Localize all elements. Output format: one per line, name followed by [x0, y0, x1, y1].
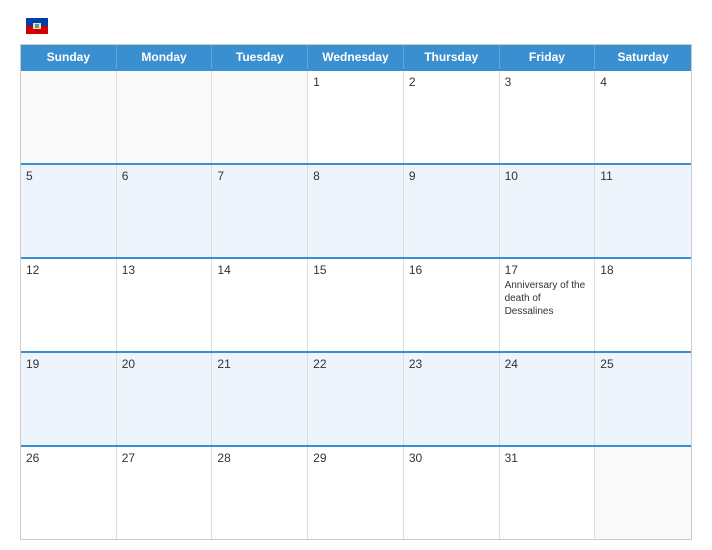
day-number: 9	[409, 169, 494, 183]
day-number: 19	[26, 357, 111, 371]
day-number: 1	[313, 75, 398, 89]
day-cell: 28	[212, 447, 308, 539]
day-number: 8	[313, 169, 398, 183]
day-number: 20	[122, 357, 207, 371]
day-cell: 29	[308, 447, 404, 539]
day-tuesday: Tuesday	[212, 45, 308, 69]
day-number: 21	[217, 357, 302, 371]
day-number: 16	[409, 263, 494, 277]
calendar-body: 1234567891011121314151617Anniversary of …	[21, 69, 691, 539]
day-number: 7	[217, 169, 302, 183]
day-number: 23	[409, 357, 494, 371]
day-cell: 25	[595, 353, 691, 445]
day-cell: 9	[404, 165, 500, 257]
day-cell	[21, 71, 117, 163]
day-cell	[595, 447, 691, 539]
day-cell: 14	[212, 259, 308, 351]
week-row-0: 1234	[21, 69, 691, 163]
day-number: 12	[26, 263, 111, 277]
week-row-2: 12 13 14 15 16 17 Anniversary of the death of …	[21, 257, 691, 351]
day-cell: 26	[21, 447, 117, 539]
day-cell: 18	[595, 259, 691, 351]
day-number: 13	[122, 263, 207, 277]
day-number: 31	[505, 451, 590, 465]
day-number: 24	[505, 357, 590, 371]
day-cell: 2	[404, 71, 500, 163]
day-cell: 6	[117, 165, 213, 257]
day-number: 10	[505, 169, 590, 183]
holiday-label: Anniversary of the death of Dessalines	[505, 279, 590, 318]
day-cell: 10	[500, 165, 596, 257]
day-cell: 24	[500, 353, 596, 445]
day-number: 6	[122, 169, 207, 183]
day-cell: 27	[117, 447, 213, 539]
day-number: 30	[409, 451, 494, 465]
day-cell: 23	[404, 353, 500, 445]
calendar-header-bar	[20, 18, 692, 34]
day-number: 22	[313, 357, 398, 371]
week-row-3: 19 20 21 22 23 24 25	[21, 351, 691, 445]
day-cell: 3	[500, 71, 596, 163]
day-cell	[212, 71, 308, 163]
day-number: 3	[505, 75, 590, 89]
day-cell: 7	[212, 165, 308, 257]
day-number: 15	[313, 263, 398, 277]
day-cell	[117, 71, 213, 163]
day-cell: 4	[595, 71, 691, 163]
day-cell: 17 Anniversary of the death of Dessalines	[500, 259, 596, 351]
calendar-day-names: Sunday Monday Tuesday Wednesday Thursday…	[21, 45, 691, 69]
day-cell: 11	[595, 165, 691, 257]
day-number: 28	[217, 451, 302, 465]
day-monday: Monday	[117, 45, 213, 69]
flag-icon	[26, 18, 48, 34]
day-number: 4	[600, 75, 686, 89]
day-cell: 8	[308, 165, 404, 257]
day-cell: 20	[117, 353, 213, 445]
day-wednesday: Wednesday	[308, 45, 404, 69]
calendar: Sunday Monday Tuesday Wednesday Thursday…	[20, 44, 692, 540]
day-number: 2	[409, 75, 494, 89]
day-cell: 12	[21, 259, 117, 351]
day-sunday: Sunday	[21, 45, 117, 69]
day-cell: 15	[308, 259, 404, 351]
day-number: 14	[217, 263, 302, 277]
day-cell: 30	[404, 447, 500, 539]
logo	[20, 18, 48, 34]
day-number: 5	[26, 169, 111, 183]
week-row-4: 26 27 28 29 30 31	[21, 445, 691, 539]
day-number: 27	[122, 451, 207, 465]
day-saturday: Saturday	[595, 45, 691, 69]
day-cell: 1	[308, 71, 404, 163]
day-cell: 13	[117, 259, 213, 351]
day-thursday: Thursday	[404, 45, 500, 69]
day-cell: 21	[212, 353, 308, 445]
day-number: 26	[26, 451, 111, 465]
day-cell: 31	[500, 447, 596, 539]
page: Sunday Monday Tuesday Wednesday Thursday…	[0, 0, 712, 550]
week-row-1: 56789 10 11	[21, 163, 691, 257]
day-cell: 19	[21, 353, 117, 445]
day-number: 17	[505, 263, 590, 277]
day-number: 11	[600, 169, 686, 183]
day-cell: 22	[308, 353, 404, 445]
day-number: 25	[600, 357, 686, 371]
day-number: 18	[600, 263, 686, 277]
day-friday: Friday	[500, 45, 596, 69]
day-cell: 16	[404, 259, 500, 351]
day-cell: 5	[21, 165, 117, 257]
day-number: 29	[313, 451, 398, 465]
